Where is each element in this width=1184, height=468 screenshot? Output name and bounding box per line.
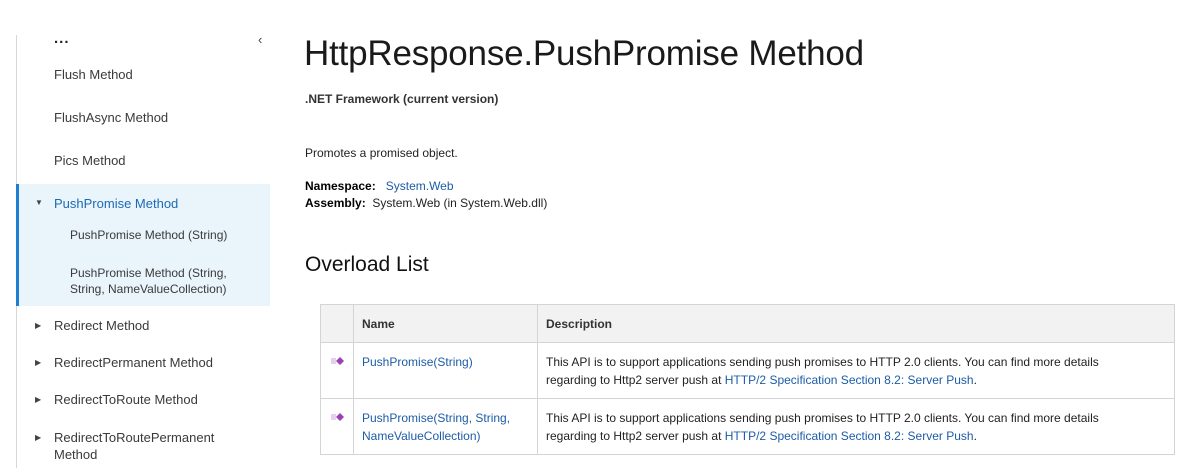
sidebar-item-line2: Method (54, 447, 98, 462)
overload-list-heading: Overload List (305, 253, 429, 276)
expand-arrow-icon[interactable]: ▶ (35, 391, 41, 408)
description-suffix: . (973, 373, 977, 387)
assembly-label: Assembly: (305, 196, 366, 210)
expand-arrow-icon[interactable]: ▶ (35, 429, 41, 446)
overload-link-string[interactable]: PushPromise(String) (362, 355, 473, 369)
sidebar-item-redirectpermanent[interactable]: RedirectPermanent Method (54, 354, 213, 371)
description-prefix: regarding to Http2 server push at (546, 429, 725, 443)
page-title: HttpResponse.PushPromise Method (304, 34, 864, 73)
spec-link[interactable]: HTTP/2 Specification Section 8.2: Server… (725, 429, 974, 443)
sidebar-subitem-pushpromise-string-string-nvc[interactable]: PushPromise Method (String, String, Name… (70, 265, 227, 297)
method-icon (331, 357, 344, 365)
overload-link-string-string-nvc[interactable]: PushPromise(String, String, NameValueCol… (362, 409, 529, 445)
table-header-name: Name (353, 304, 538, 343)
description-suffix: . (973, 429, 977, 443)
sidebar-item-redirect[interactable]: Redirect Method (54, 317, 149, 334)
expanded-arrow-icon[interactable]: ▼ (35, 194, 43, 211)
description-line1: This API is to support applications send… (546, 411, 1099, 425)
sidebar-subitem-line1: PushPromise Method (String, (70, 266, 227, 280)
table-cell-description: This API is to support applications send… (537, 342, 1175, 399)
sidebar-item-line1: RedirectToRoutePermanent (54, 430, 215, 445)
sidebar-item-pics[interactable]: Pics Method (54, 152, 126, 169)
description-line2: regarding to Http2 server push at HTTP/2… (546, 371, 1166, 389)
sidebar-item-redirecttoroutepermanent[interactable]: RedirectToRoutePermanent Method (54, 429, 214, 463)
overload-name-line2: NameValueCollection) (362, 429, 481, 443)
table-cell-icon (320, 342, 354, 399)
method-icon (331, 413, 344, 421)
sidebar-item-pushpromise[interactable]: PushPromise Method (54, 195, 178, 212)
description-line1: This API is to support applications send… (546, 355, 1099, 369)
framework-version[interactable]: .NET Framework (current version) (305, 92, 498, 106)
summary-text: Promotes a promised object. (305, 146, 458, 160)
sidebar-item-redirecttoroute[interactable]: RedirectToRoute Method (54, 391, 198, 408)
table-cell-name: PushPromise(String, String, NameValueCol… (353, 398, 538, 455)
description-prefix: regarding to Http2 server push at (546, 373, 725, 387)
namespace-label: Namespace: (305, 179, 376, 193)
spec-link[interactable]: HTTP/2 Specification Section 8.2: Server… (725, 373, 974, 387)
table-header-icon (320, 304, 354, 343)
description-line2: regarding to Http2 server push at HTTP/2… (546, 427, 1166, 445)
table-row: PushPromise(String, String, NameValueCol… (320, 398, 1175, 455)
table-cell-name: PushPromise(String) (353, 342, 538, 399)
table-header-description: Description (537, 304, 1175, 343)
namespace-line: Namespace: System.Web (305, 179, 454, 193)
toc-ellipsis[interactable]: ... (54, 30, 70, 47)
table-cell-description: This API is to support applications send… (537, 398, 1175, 455)
overload-name-line1: PushPromise(String, String, (362, 411, 511, 425)
sidebar-subitem-pushpromise-string[interactable]: PushPromise Method (String) (70, 227, 227, 243)
table-header-row: Name Description (320, 304, 1175, 343)
sidebar-toc: ... ‹ Flush Method FlushAsync Method Pic… (0, 0, 280, 468)
sidebar-item-flush[interactable]: Flush Method (54, 66, 133, 83)
collapse-sidebar-icon[interactable]: ‹ (258, 32, 262, 47)
namespace-link[interactable]: System.Web (386, 179, 454, 193)
expand-arrow-icon[interactable]: ▶ (35, 317, 41, 334)
sidebar-item-flushasync[interactable]: FlushAsync Method (54, 109, 168, 126)
assembly-line: Assembly: System.Web (in System.Web.dll) (305, 196, 547, 210)
table-row: PushPromise(String) This API is to suppo… (320, 342, 1175, 399)
overload-table: Name Description PushPromise(String) Thi… (320, 304, 1175, 455)
sidebar-subitem-line2: String, NameValueCollection) (70, 282, 227, 296)
table-cell-icon (320, 398, 354, 455)
expand-arrow-icon[interactable]: ▶ (35, 354, 41, 371)
assembly-value: System.Web (in System.Web.dll) (372, 196, 548, 210)
